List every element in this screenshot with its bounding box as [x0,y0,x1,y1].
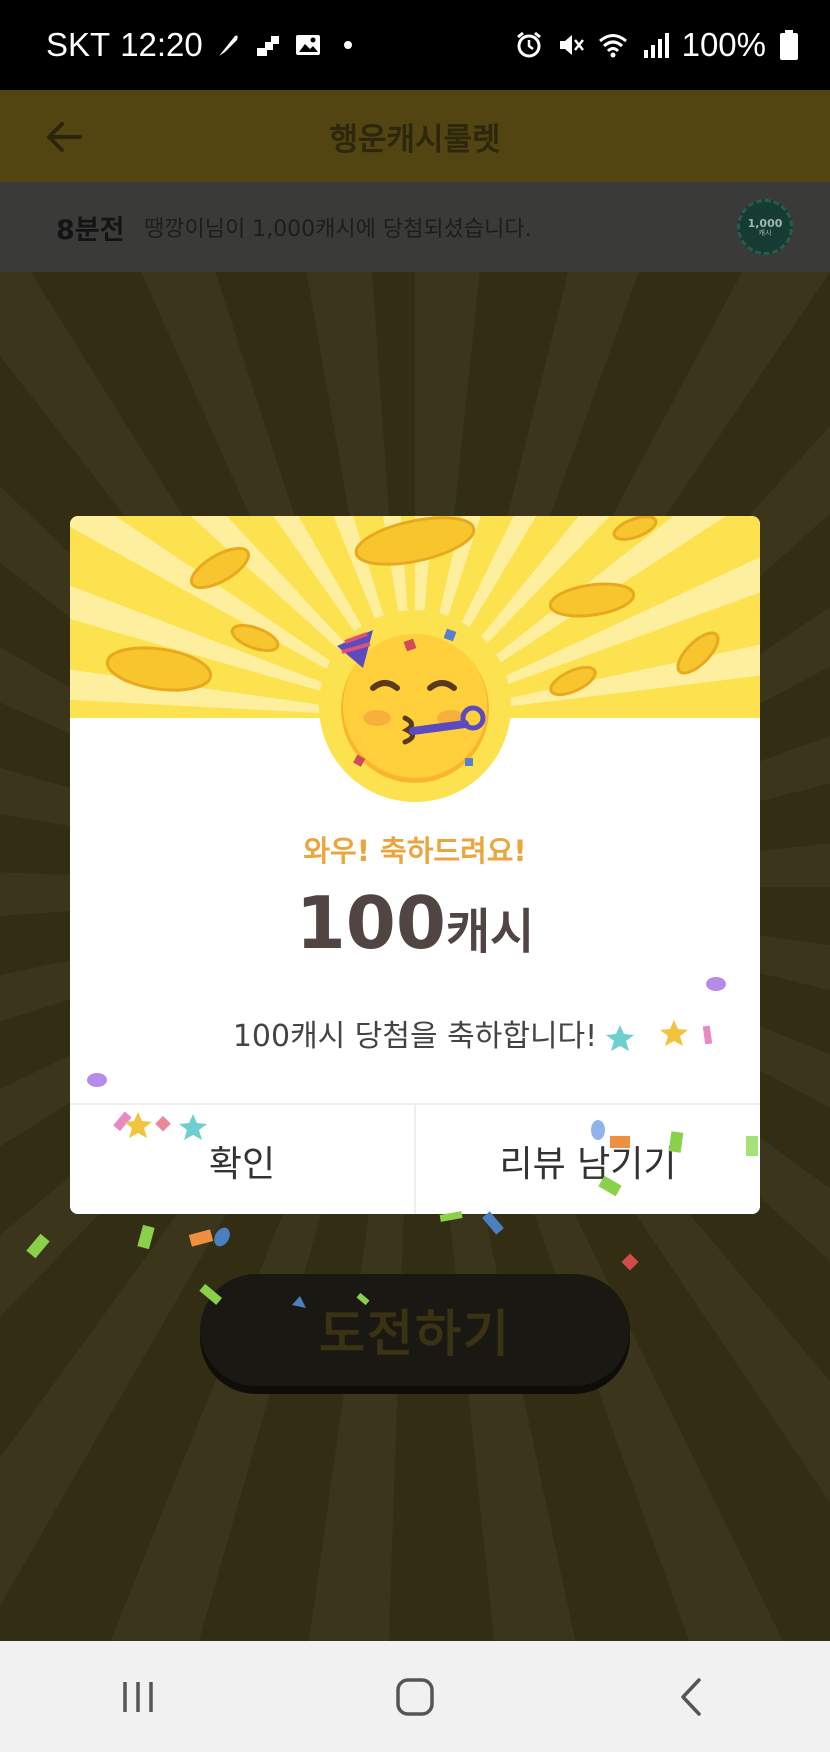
confirm-button[interactable]: 확인 [70,1105,414,1214]
mute-icon [556,30,586,60]
prize-amount-number: 100 [295,881,446,965]
winner-message: 땡깡이님이 1,000캐시에 당첨되셨습니다. [144,217,532,242]
arrow-left-icon [47,122,82,152]
leave-review-button[interactable]: 리뷰 남기기 [414,1105,760,1214]
home-button[interactable] [375,1657,455,1737]
back-icon [680,1677,701,1716]
status-right: 100% [514,0,800,90]
steps-icon [253,30,283,60]
challenge-label: 도전하기 [319,1305,511,1363]
congrats-text: 와우! 축하드려요! [303,834,527,868]
home-icon [396,1677,434,1716]
carrier-label: SKT [46,26,111,63]
status-left: SKT 12:20 [46,0,363,90]
recents-button[interactable] [98,1657,178,1737]
wifi-icon [598,30,628,60]
party-face-icon [315,606,515,806]
system-nav-bar [0,1641,830,1752]
challenge-button[interactable]: 도전하기 [200,1274,630,1386]
prize-message: 100캐시 당첨을 축하합니다! [232,1019,598,1054]
image-icon [293,30,323,60]
battery-label: 100% [681,26,766,63]
winner-time-ago: 8분전 [56,214,125,246]
result-dialog: 와우! 축하드려요! 100캐시 100캐시 당첨을 축하합니다! 확인 리뷰 … [70,516,760,1214]
battery-icon [778,29,800,61]
dialog-actions: 확인 리뷰 남기기 [70,1103,760,1214]
dot-icon [333,30,363,60]
prize-amount: 100캐시 [70,881,760,965]
app-header: 행운캐시룰렛 [0,90,830,182]
system-back-button[interactable] [652,1657,732,1737]
coin-badge-icon: 1,000 캐시 [737,199,793,255]
signal-icon [640,30,670,60]
coin-badge-value: 1,000 [747,216,783,230]
alarm-icon [514,30,544,60]
clock-label: 12:20 [120,26,203,63]
winner-ticker: 8분전 땡깡이님이 1,000캐시에 당첨되셨습니다. 1,000 캐시 [0,182,830,272]
feather-icon [213,30,243,60]
prize-amount-unit: 캐시 [445,904,535,960]
recents-icon [123,1681,154,1712]
page-title: 행운캐시룰렛 [329,121,501,158]
status-bar: SKT 12:20 100% [0,0,830,90]
back-button[interactable] [40,112,90,162]
coin-badge-unit: 캐시 [758,228,772,237]
